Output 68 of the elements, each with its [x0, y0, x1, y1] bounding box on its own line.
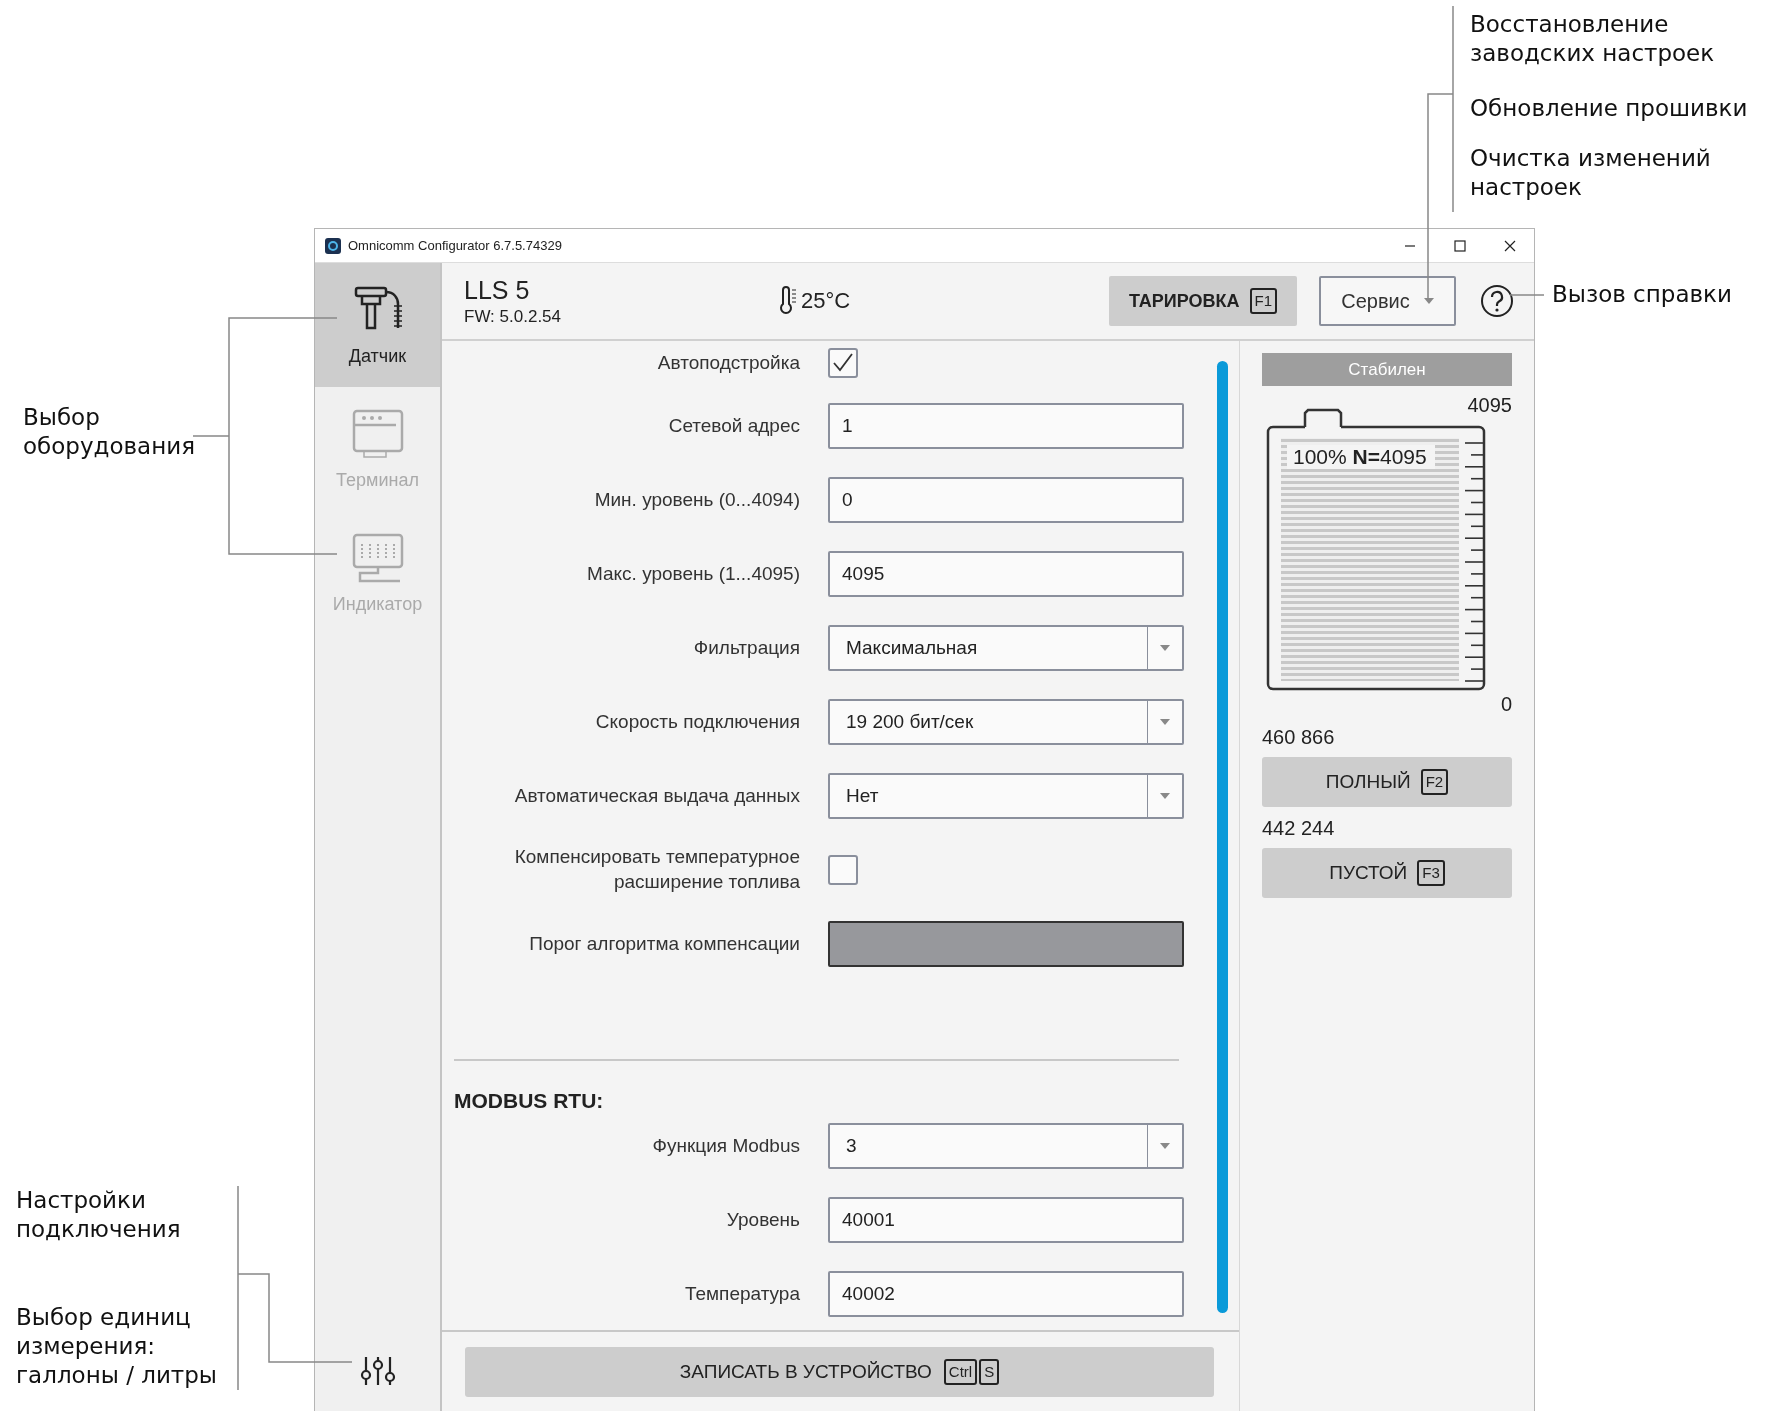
caret-icon — [1160, 1143, 1170, 1149]
checkbox[interactable] — [828, 348, 858, 378]
window-title: Omnicomm Configurator 6.7.5.74329 — [348, 238, 562, 253]
field-label: Скорость подключения — [594, 709, 800, 734]
service-dropdown[interactable]: Сервис — [1319, 276, 1456, 326]
input-field[interactable]: 1 — [828, 403, 1184, 449]
sidebar-label: Индикатор — [332, 593, 423, 615]
callout-text: Обновление прошивки — [1470, 94, 1748, 123]
scale-max-label: 4095 — [1467, 394, 1512, 417]
shortcut-key: S — [979, 1358, 1000, 1385]
app-logo-icon — [325, 237, 341, 254]
empty-button[interactable]: ПУСТОЙ F3 — [1262, 848, 1512, 898]
input-field[interactable]: 4095 — [828, 551, 1184, 597]
field-label: Сетевой адрес — [667, 413, 800, 438]
shortcut-key: Ctrl — [943, 1358, 978, 1385]
sidebar-label: Датчик — [348, 345, 407, 367]
field-label: Порог алгоритма компенсации — [528, 931, 800, 956]
shortcut-key: F1 — [1249, 288, 1278, 314]
write-to-device-button[interactable]: ЗАПИСАТЬ В УСТРОЙСТВО Ctrl S — [465, 1346, 1214, 1397]
field-label: Фильтрация — [692, 635, 800, 660]
field-label: Функция Modbus — [651, 1133, 800, 1158]
section-title: MODBUS RTU: — [454, 1089, 605, 1113]
dropdown-field[interactable]: Нет — [828, 773, 1184, 819]
full-value: 460 866 — [1262, 726, 1336, 749]
sidebar-label: Терминал — [336, 469, 419, 491]
full-button[interactable]: ПОЛНЫЙ F2 — [1262, 757, 1512, 807]
device-name: LLS 5 — [464, 275, 531, 305]
sidebar-item[interactable]: Датчик — [315, 263, 440, 387]
empty-value: 442 244 — [1262, 817, 1336, 840]
caret-icon — [1160, 719, 1170, 725]
dropdown-field[interactable]: 3 — [828, 1123, 1184, 1169]
calibration-button[interactable]: ТАРИРОВКА F1 — [1109, 276, 1297, 326]
field-label: Автоподстройка — [656, 350, 800, 375]
field-label: Автоматическая выдача данных — [513, 783, 800, 808]
input-field[interactable]: 0 — [828, 477, 1184, 523]
temperature-reading: 25°C — [801, 288, 851, 314]
caret-icon — [1160, 645, 1170, 651]
leader-line — [1509, 294, 1545, 296]
caret-icon — [1160, 793, 1170, 799]
checkbox[interactable] — [828, 855, 858, 885]
scale-min-label: 0 — [1500, 693, 1512, 716]
dropdown-field[interactable]: 19 200 бит/сек — [828, 699, 1184, 745]
field-label: Макс. уровень (1...4095) — [585, 561, 800, 586]
sliders-icon[interactable] — [359, 1355, 396, 1387]
field-label: Компенсировать температурное расширение топлива — [513, 845, 800, 894]
thermometer-icon — [778, 286, 798, 316]
shortcut-key: F2 — [1420, 769, 1449, 795]
dropdown-field[interactable]: Максимальная — [828, 625, 1184, 671]
level-reading: 100% N=4095 — [1287, 445, 1435, 469]
firmware-version: FW: 5.0.2.54 — [464, 306, 562, 327]
scrollbar-thumb[interactable] — [1216, 361, 1228, 1313]
callout-text: Выбор единиц измерения: галлоны / литры — [16, 1303, 218, 1390]
maximize-icon[interactable] — [1454, 239, 1466, 252]
field-label: Температура — [683, 1281, 800, 1306]
input-field[interactable]: 40002 — [828, 1271, 1184, 1317]
input-field[interactable]: 40001 — [828, 1197, 1184, 1243]
field-label: Мин. уровень (0...4094) — [593, 487, 800, 512]
close-icon[interactable] — [1504, 239, 1516, 252]
callout-text: Выбор оборудования — [23, 403, 195, 461]
status-badge: Стабилен — [1262, 353, 1512, 386]
help-icon[interactable] — [1480, 284, 1514, 318]
callout-text: Настройки подключения — [16, 1186, 181, 1244]
callout-text: Вызов справки — [1552, 280, 1732, 309]
callout-text: Восстановление заводских настроек — [1470, 10, 1715, 68]
shortcut-key: F3 — [1417, 860, 1445, 886]
caret-icon — [1423, 298, 1434, 304]
field-label: Уровень — [725, 1207, 800, 1232]
callout-text: Очистка изменений настроек — [1470, 144, 1711, 202]
